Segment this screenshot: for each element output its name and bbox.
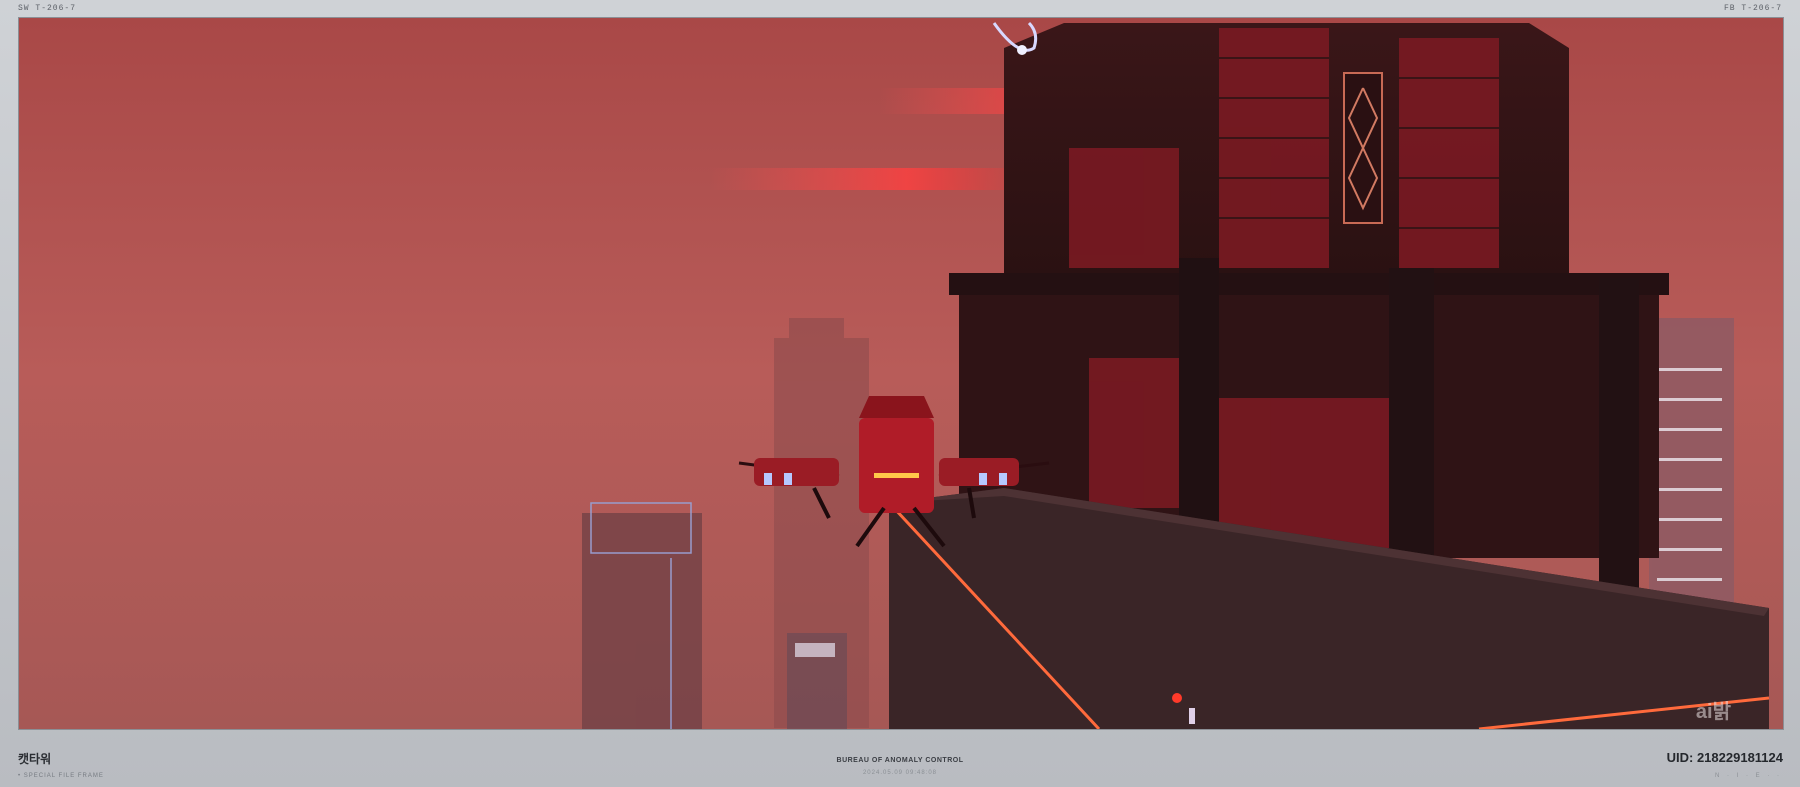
organization-title: BUREAU OF ANOMALY CONTROL (836, 757, 964, 764)
game-screenshot: ai밝 (18, 17, 1784, 730)
player-uid: UID: 218229181124 (1666, 750, 1783, 765)
distant-building-right (1649, 318, 1734, 608)
watermark-logo: ai밝 (1696, 700, 1732, 723)
light-beam (709, 168, 1039, 190)
distant-building-left (582, 502, 702, 729)
game-scene: ai밝 (19, 18, 1783, 729)
distant-building-lower (787, 633, 847, 729)
warning-light (1172, 693, 1182, 703)
capture-date: 2024.05.09 09:48:08 (862, 770, 938, 776)
frame-tag-right: FB T-206-7 (1723, 4, 1782, 13)
frame-tag-left: SW T-206-7 (18, 4, 77, 13)
caption-bar: 캣타워 • SPECIAL FILE FRAME BUREAU OF ANOMA… (0, 728, 1800, 787)
corner-marks: N · I · E · · (1715, 773, 1782, 779)
player-character (1189, 708, 1195, 724)
